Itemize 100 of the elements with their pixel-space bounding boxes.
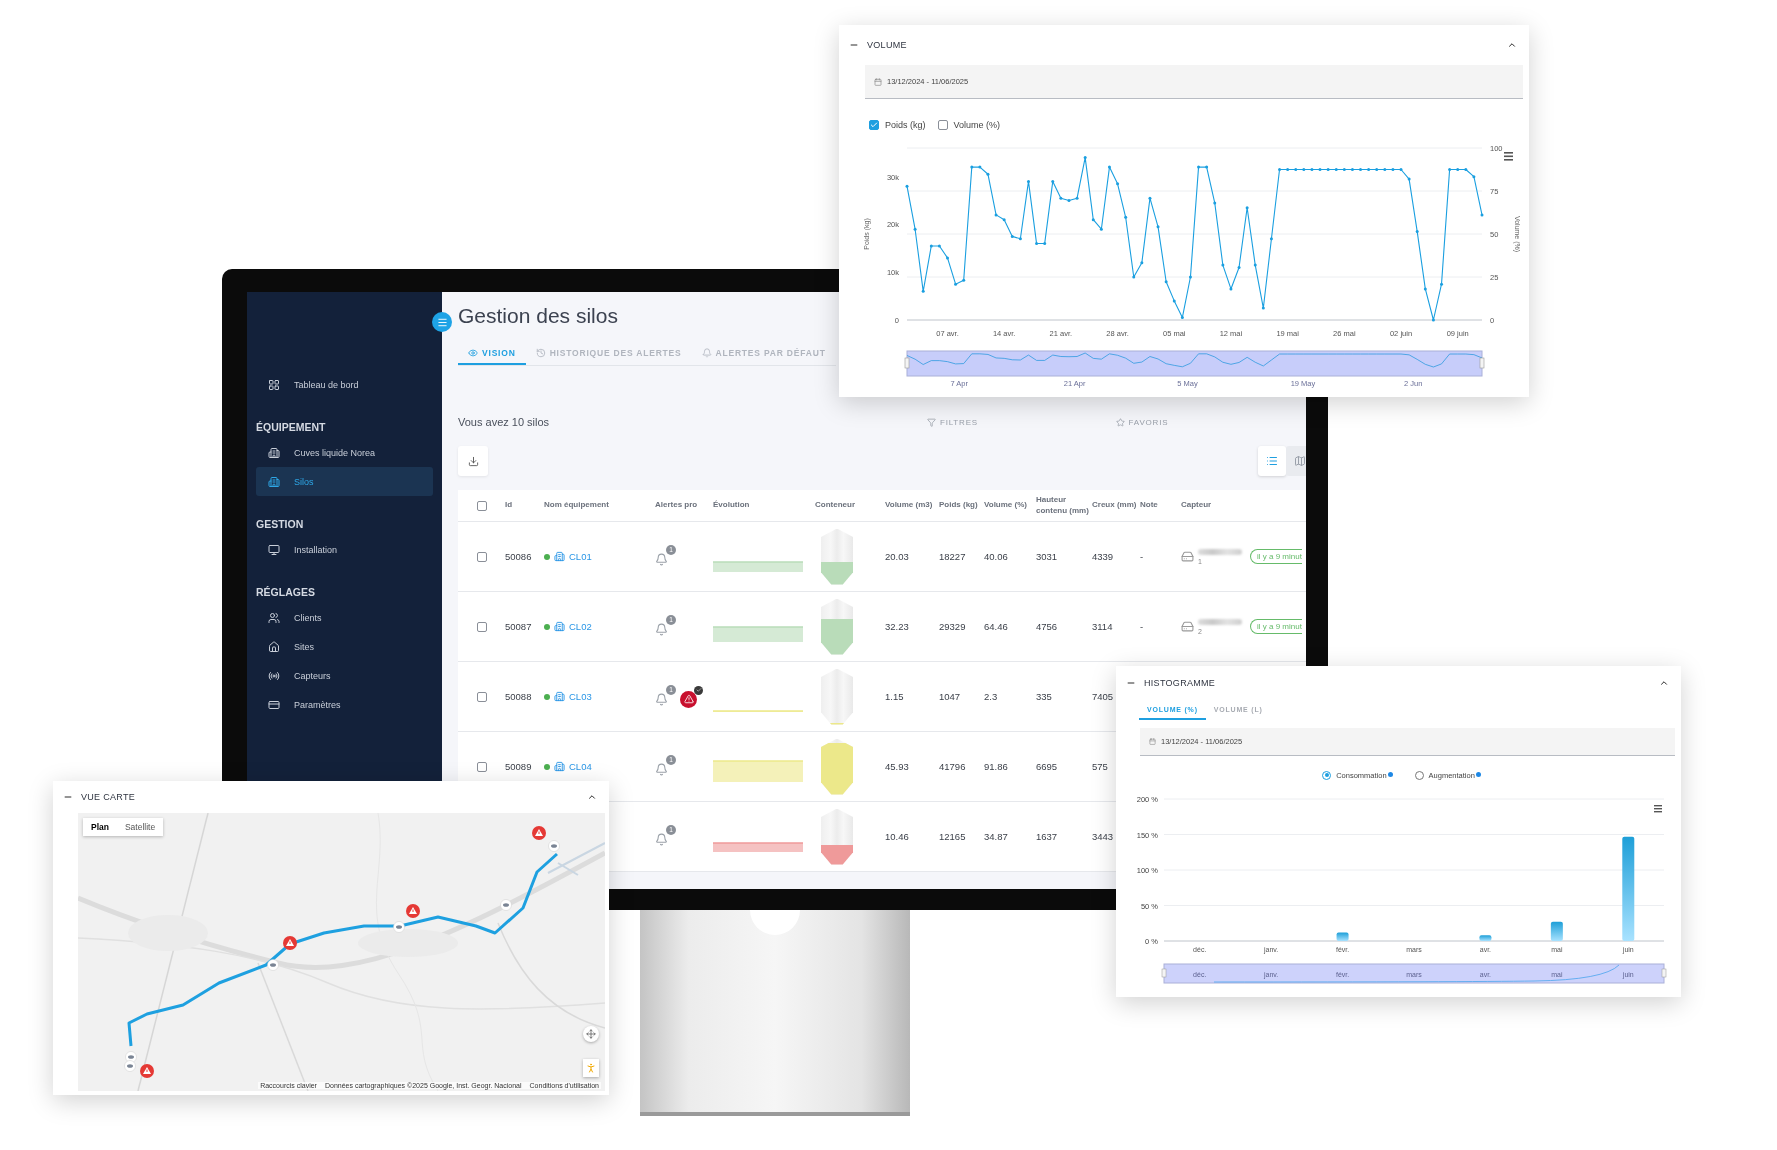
table-cell: 20.03	[885, 551, 909, 562]
data-point	[1043, 242, 1047, 246]
map-type-button[interactable]: Plan	[83, 818, 117, 836]
nav-item[interactable]: Capteurs	[256, 661, 433, 690]
data-point	[1172, 299, 1176, 303]
silo-icon	[554, 761, 565, 772]
series-toggle[interactable]: Volume (%)	[937, 120, 1001, 130]
data-point	[1415, 230, 1419, 234]
data-point	[1188, 275, 1192, 279]
data-point	[1018, 237, 1022, 241]
bell-icon	[655, 622, 668, 636]
page-title: Gestion des silos	[458, 303, 618, 329]
select-all-checkbox[interactable]	[476, 500, 487, 511]
table-cell: 3031	[1036, 551, 1058, 562]
data-point	[1221, 263, 1225, 267]
table-cell: 1047	[939, 691, 961, 702]
row-checkbox[interactable]	[476, 551, 487, 562]
column-header: Évolution	[713, 500, 750, 511]
row-checkbox[interactable]	[476, 761, 487, 772]
map-type-button[interactable]: Satellite	[116, 818, 164, 836]
section-heading: ÉQUIPEMENT	[255, 419, 327, 435]
data-point	[1083, 156, 1087, 160]
nav-item[interactable]: Installation	[256, 535, 433, 564]
bar	[1550, 921, 1563, 941]
calendar-icon	[1149, 738, 1156, 745]
table-cell: 64.46	[984, 621, 1008, 632]
nav-item[interactable]: Tableau de bord	[256, 370, 433, 399]
checkbox[interactable]	[869, 120, 879, 130]
silo-count: Vous avez 10 silos	[458, 416, 551, 428]
bell-icon	[655, 832, 668, 846]
menu-button[interactable]	[432, 312, 452, 332]
data-point	[921, 289, 925, 293]
data-point	[1059, 196, 1063, 200]
data-point	[1318, 168, 1322, 171]
checkbox[interactable]	[937, 120, 948, 130]
column-header: Note	[1140, 500, 1158, 511]
nav-item[interactable]: Paramètres	[256, 690, 433, 719]
download-button[interactable]	[458, 446, 488, 476]
column-header: Creux (mm)	[1092, 500, 1137, 511]
table-cell: 45.93	[885, 761, 909, 772]
list-view-button[interactable]	[1258, 446, 1286, 476]
table-cell: 6695	[1036, 761, 1058, 772]
table-cell: 50087	[505, 621, 532, 632]
data-point	[1245, 206, 1249, 210]
data-point	[1440, 282, 1443, 286]
data-point	[1237, 265, 1241, 269]
table-cell: 4339	[1092, 551, 1114, 562]
row-checkbox[interactable]	[476, 621, 487, 632]
data-point	[1334, 168, 1338, 171]
row-checkbox[interactable]	[476, 691, 487, 702]
download-icon	[467, 455, 479, 467]
table-cell: 29329	[939, 621, 966, 632]
table-cell: 7405	[1092, 691, 1114, 702]
data-point	[994, 213, 998, 217]
data-point	[1164, 280, 1168, 284]
series-toggle[interactable]: Poids (kg)	[869, 120, 926, 130]
data-point	[1124, 215, 1128, 219]
data-point	[1342, 168, 1346, 171]
range-navigator[interactable]	[1161, 963, 1667, 984]
nav-item[interactable]: Cuves liquide Norea	[256, 438, 433, 467]
data-point	[1051, 179, 1055, 183]
table-cell: 18227	[939, 551, 966, 562]
table-cell: 10.46	[885, 831, 909, 842]
street-view-button[interactable]	[583, 1059, 599, 1077]
data-point	[970, 165, 974, 169]
chevron-up-icon[interactable]	[1507, 40, 1517, 50]
data-point	[1099, 227, 1103, 231]
data-point	[937, 244, 941, 248]
table-cell: 40.06	[984, 551, 1008, 562]
nav-item[interactable]: Clients	[256, 603, 433, 632]
data-point	[1213, 201, 1217, 205]
info-icon	[1475, 771, 1481, 777]
table-cell: 32.23	[885, 621, 909, 632]
chevron-up-icon[interactable]	[587, 792, 597, 802]
column-header: Capteur	[1181, 500, 1212, 511]
data-point	[1197, 165, 1201, 169]
data-point	[1464, 168, 1468, 171]
data-point	[1383, 168, 1387, 171]
data-point	[962, 278, 966, 282]
chevron-up-icon[interactable]	[1659, 678, 1669, 688]
data-point	[1180, 316, 1184, 320]
column-header: Alertes pro	[655, 500, 698, 511]
data-point	[1002, 218, 1006, 222]
bar	[1479, 935, 1492, 941]
data-point	[1310, 168, 1314, 171]
table-cell: 2.3	[984, 691, 998, 702]
data-point	[946, 256, 949, 260]
calendar-icon	[874, 77, 882, 86]
sensor-icon	[1181, 550, 1194, 563]
data-point	[1116, 182, 1120, 186]
table-cell: -	[1140, 621, 1144, 632]
data-point	[954, 282, 958, 286]
map-view-button[interactable]	[1286, 446, 1306, 476]
data-point	[986, 172, 990, 176]
panel-title: HISTOGRAMME	[1144, 678, 1217, 688]
data-point	[1107, 165, 1111, 169]
data-point	[1010, 234, 1014, 238]
nav-item[interactable]: Silos	[256, 467, 433, 496]
silo-icon	[554, 551, 565, 562]
nav-item[interactable]: Sites	[256, 632, 433, 661]
